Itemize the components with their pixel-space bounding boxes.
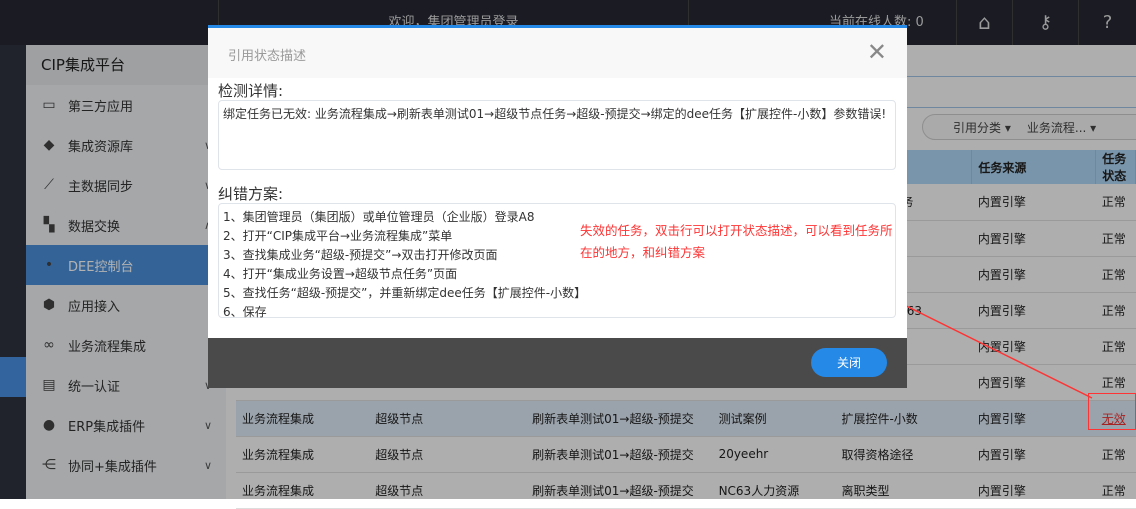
close-button[interactable]: 关闭 [811,348,887,377]
fix-step: 4、打开“集成业务设置→超级节点任务”页面 [223,267,458,281]
fix-step: 6、保存 [223,305,267,319]
annotation-note: 失效的任务，双击行可以打开状态描述，可以看到任务所在的地方，和纠错方案 [580,223,893,260]
dialog-footer: 关闭 [208,338,907,388]
close-icon[interactable]: ✕ [867,38,887,66]
detail-textarea[interactable]: 绑定任务已无效: 业务流程集成→刷新表单测试01→超级节点任务→超级-预提交→绑… [218,100,896,170]
dialog-header: 引用状态描述 ✕ [208,28,907,78]
dialog-title: 引用状态描述 [228,49,307,64]
detail-label: 检测详情: [218,82,284,100]
fix-step: 5、查找任务“超级-预提交”，并重新绑定dee任务【扩展控件-小数】 [223,286,587,300]
status-dialog: 引用状态描述 ✕ 检测详情: 绑定任务已无效: 业务流程集成→刷新表单测试01→… [208,25,907,388]
fix-label: 纠错方案: [218,185,284,203]
